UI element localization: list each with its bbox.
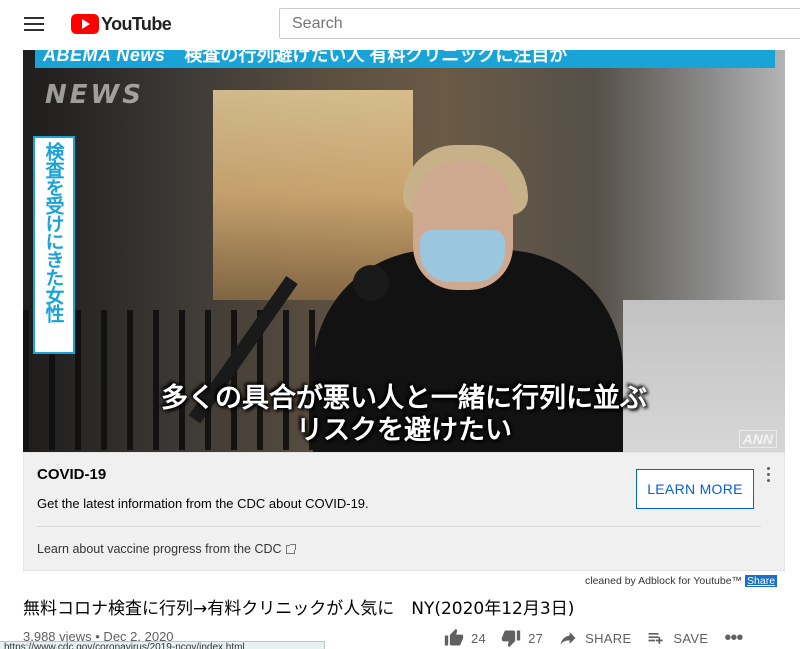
news-watermark: NEWS [45,80,144,110]
masthead: YouTube [0,0,800,50]
microphone [353,265,389,301]
like-count: 24 [471,630,487,646]
video-title: 無料コロナ検査に行列→有料クリニックが人気に NY(2020年12月3日) [23,599,575,619]
share-label: SHARE [585,630,632,646]
share-arrow-icon [560,632,576,645]
video-subtitle: 多くの具合が悪い人と一緒に行列に並ぶ リスクを避けたい [23,383,785,447]
vertical-caption: 検査を受けにきた女性 [33,136,75,354]
status-bar-url: https://www.cdc.gov/coronavirus/2019-nco… [0,641,325,649]
search-box[interactable] [279,8,800,39]
ann-watermark: ANN [738,430,777,448]
action-bar: 24 27 SHARE SAVE ••• [443,627,743,649]
search-input[interactable] [280,9,800,38]
play-logo-icon [71,14,99,34]
vertical-caption-text: 検査を受けにきた女性 [35,138,73,352]
learn-more-button[interactable]: LEARN MORE [636,469,754,509]
more-actions-icon[interactable]: ••• [724,627,743,649]
info-panel-title: COVID-19 [37,466,107,483]
news-headline-banner: ABEMA News 検査の行列避けたい人 有料クリニックに注目が [35,50,775,68]
logo-text: YouTube [101,13,172,34]
save-button[interactable]: SAVE [645,628,708,648]
share-button[interactable]: SHARE [557,628,631,648]
adblock-share-link[interactable]: Share [745,575,778,587]
video-player[interactable]: ABEMA News 検査の行列避けたい人 有料クリニックに注目が NEWS 検… [23,50,785,452]
youtube-logo[interactable]: YouTube [71,13,172,35]
thumbs-down-icon [501,630,521,648]
news-headline: 検査の行列避けたい人 有料クリニックに注目が [184,50,568,65]
adblock-notice: cleaned by Adblock for Youtube™ Share [585,575,778,587]
dislike-button[interactable]: 27 [500,628,543,648]
news-brand: ABEMA News [43,50,166,65]
covid-info-panel: COVID-19 Get the latest information from… [23,452,785,571]
info-panel-description: Get the latest information from the CDC … [37,496,369,511]
dislike-count: 27 [528,630,544,646]
save-label: SAVE [673,630,709,646]
like-button[interactable]: 24 [443,628,486,648]
vaccine-progress-link-text: Learn about vaccine progress from the CD… [37,542,282,556]
adblock-text: cleaned by Adblock for Youtube™ [585,575,743,587]
vaccine-progress-link[interactable]: Learn about vaccine progress from the CD… [37,542,296,556]
divider [37,526,761,527]
external-link-icon [285,544,296,554]
subtitle-line-2: リスクを避けたい [296,415,512,446]
menu-icon[interactable] [24,17,44,31]
thumbs-up-icon [444,628,464,646]
playlist-add-icon [648,633,664,644]
subtitle-line-1: 多くの具合が悪い人と一緒に行列に並ぶ [161,383,647,414]
more-options-icon[interactable] [765,467,771,485]
